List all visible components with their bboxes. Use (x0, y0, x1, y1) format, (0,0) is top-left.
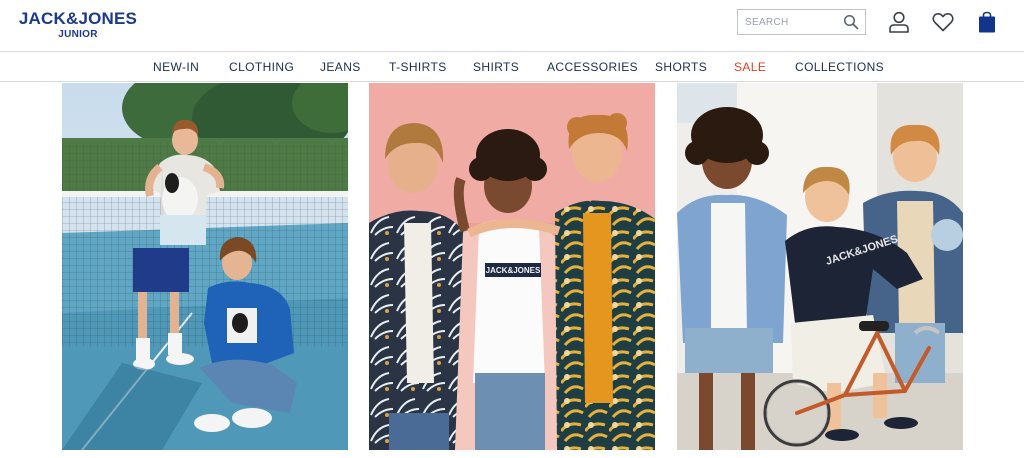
shirt-print-text: JACK&JONES (486, 266, 541, 275)
nav-item-sale[interactable]: SALE (734, 60, 766, 74)
promo-tile-tennis-court[interactable] (62, 83, 348, 450)
brand-subname: JUNIOR (58, 29, 98, 40)
search-input[interactable] (738, 10, 838, 34)
promo-image-kids-tennis-court (62, 83, 348, 450)
heart-icon[interactable] (931, 10, 955, 34)
shopping-bag-icon[interactable] (975, 10, 999, 34)
nav-item-jeans[interactable]: JEANS (320, 60, 361, 74)
nav-item-t-shirts[interactable]: T-SHIRTS (389, 60, 447, 74)
account-icon[interactable] (887, 10, 911, 34)
nav-item-new-in[interactable]: NEW-IN (153, 60, 199, 74)
search-box (737, 9, 866, 35)
promo-tile-white-wall-bicycle[interactable]: JACK&JONES (677, 83, 963, 450)
nav-item-shirts[interactable]: SHIRTS (473, 60, 519, 74)
search-icon[interactable] (843, 14, 859, 30)
nav-item-accessories[interactable]: ACCESSORIES (547, 60, 638, 74)
main-navigation: NEW-IN CLOTHING JEANS T-SHIRTS SHIRTS AC… (0, 53, 1024, 82)
brand-name: JACK&JONES (18, 9, 138, 28)
site-header: JACK&JONES JUNIOR (0, 0, 1024, 52)
promo-tile-pink-wall[interactable]: JACK&JONES (369, 83, 655, 450)
promo-image-kids-pink-wall: JACK&JONES (369, 83, 655, 450)
promo-image-kids-bicycle: JACK&JONES (677, 83, 963, 450)
nav-item-clothing[interactable]: CLOTHING (229, 60, 294, 74)
nav-item-shorts[interactable]: SHORTS (655, 60, 707, 74)
brand-logo[interactable]: JACK&JONES JUNIOR (11, 9, 145, 41)
nav-item-collections[interactable]: COLLECTIONS (795, 60, 884, 74)
